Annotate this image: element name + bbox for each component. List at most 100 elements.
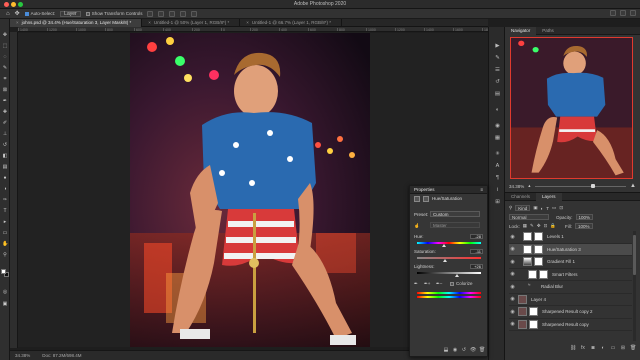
libraries-icon[interactable]: ▤: [494, 91, 501, 98]
close-tab-icon[interactable]: ×: [16, 20, 19, 25]
lightness-slider-knob[interactable]: [455, 274, 460, 277]
swatches-icon[interactable]: ▦: [494, 135, 501, 142]
visibility-icon[interactable]: 👁: [470, 347, 476, 353]
lock-paint-icon[interactable]: ✎: [530, 223, 534, 229]
foreground-color-swatch[interactable]: [1, 269, 6, 274]
properties-icon[interactable]: ⊞: [494, 199, 501, 206]
brush-settings-icon[interactable]: ✎: [494, 55, 501, 62]
target-adjust-icon[interactable]: ☝: [414, 223, 420, 229]
tab-channels[interactable]: Channels: [505, 193, 536, 201]
eyedropper-add-icon[interactable]: ✒+: [424, 281, 430, 287]
clone-stamp-tool-icon[interactable]: ⊥: [2, 131, 8, 137]
layers-scrollbar[interactable]: [633, 231, 636, 341]
path-selection-tool-icon[interactable]: ▸: [2, 219, 8, 225]
marquee-tool-icon[interactable]: ⬚: [2, 43, 8, 49]
align-left-icon[interactable]: [147, 10, 154, 17]
styles-icon[interactable]: ✳: [494, 151, 501, 158]
move-tool-icon[interactable]: ✥: [2, 32, 8, 38]
align-center-icon[interactable]: [158, 10, 165, 17]
lock-artboard-icon[interactable]: ⊡: [544, 223, 548, 229]
blur-tool-icon[interactable]: ●: [2, 175, 8, 181]
lightness-slider-track[interactable]: [417, 272, 481, 274]
layer-mask-thumbnail[interactable]: [534, 244, 543, 254]
brush-tool-icon[interactable]: ✐: [2, 120, 8, 126]
reset-icon[interactable]: ↺: [461, 347, 467, 353]
visibility-eye-icon[interactable]: ◉: [509, 309, 516, 315]
layer-mask-thumbnail[interactable]: [534, 257, 543, 267]
new-group-icon[interactable]: ▭: [610, 345, 616, 351]
hue-value-field[interactable]: -28: [470, 234, 483, 239]
play-actions-icon[interactable]: ▶: [494, 43, 501, 50]
visibility-eye-icon[interactable]: ◉: [509, 284, 516, 290]
history-icon[interactable]: ↺: [494, 79, 501, 86]
lock-position-icon[interactable]: ✥: [537, 223, 541, 229]
eyedropper-icon[interactable]: ✒: [414, 281, 418, 287]
visibility-eye-icon[interactable]: ◉: [509, 246, 516, 252]
hue-saturation-icon[interactable]: [414, 195, 420, 202]
type-tool-icon[interactable]: T: [2, 208, 8, 214]
visibility-eye-icon[interactable]: ◉: [509, 321, 516, 327]
navigator-view-box[interactable]: [510, 37, 633, 179]
gradient-tool-icon[interactable]: ▤: [2, 164, 8, 170]
zoom-in-icon[interactable]: ▲: [630, 183, 636, 189]
more-options-icon[interactable]: [191, 10, 198, 17]
home-icon[interactable]: ⌂: [6, 11, 10, 17]
opacity-field[interactable]: 100%: [575, 214, 594, 220]
layer-row[interactable]: ◉ ≈ Radial Blur: [509, 281, 632, 294]
distribute-icon[interactable]: [180, 10, 187, 17]
visibility-eye-icon[interactable]: ◉: [509, 296, 516, 302]
view-previous-icon[interactable]: ◉: [452, 347, 458, 353]
navigator-zoom-slider[interactable]: [534, 183, 627, 188]
pixel-layer-icon[interactable]: [518, 294, 527, 304]
pen-tool-icon[interactable]: ✑: [2, 197, 8, 203]
filter-adjustment-icon[interactable]: ◐: [541, 206, 544, 211]
trash-icon[interactable]: 🗑: [630, 345, 636, 351]
document-tab[interactable]: × Untitled-1 @ 66.7% (Layer 1, RGB/8*) *: [240, 19, 343, 27]
layer-mask-thumbnail[interactable]: [529, 319, 538, 329]
navigator-zoom-knob[interactable]: [591, 183, 596, 188]
filter-pixel-icon[interactable]: ▣: [533, 205, 537, 211]
layers-scrollbar-thumb[interactable]: [633, 235, 636, 275]
quick-mask-icon[interactable]: ◎: [2, 289, 8, 295]
colorize-checkbox[interactable]: [450, 281, 454, 286]
navigator-zoom-value[interactable]: 34.38%: [509, 184, 524, 189]
eyedropper-subtract-icon[interactable]: ✒−: [436, 281, 442, 287]
zoom-level[interactable]: 34.38%: [15, 353, 30, 358]
zoom-out-icon[interactable]: ▴: [528, 183, 530, 189]
adjustments-icon[interactable]: ◐: [494, 107, 501, 114]
auto-select-dropdown[interactable]: Layer: [60, 10, 81, 17]
character-icon[interactable]: A: [494, 163, 501, 170]
visibility-eye-icon[interactable]: ◉: [509, 271, 516, 277]
close-tab-icon[interactable]: ×: [148, 20, 151, 25]
add-mask-icon[interactable]: ◙: [590, 345, 596, 351]
levels-icon[interactable]: [523, 232, 532, 242]
gradient-icon[interactable]: [523, 257, 532, 267]
layer-row[interactable]: ◉ Sharpened Result copy 2: [509, 306, 632, 319]
fill-field[interactable]: 100%: [574, 223, 593, 229]
align-right-icon[interactable]: [169, 10, 176, 17]
quick-select-tool-icon[interactable]: ✎: [2, 65, 8, 71]
move-tool-icon[interactable]: ✥: [15, 10, 20, 17]
auto-select-checkbox[interactable]: [24, 11, 29, 16]
saturation-slider-track[interactable]: [417, 257, 481, 259]
search-icon[interactable]: [610, 10, 616, 16]
tab-paths[interactable]: Paths: [536, 27, 560, 35]
link-layers-icon[interactable]: ⛓: [570, 345, 576, 351]
crop-tool-icon[interactable]: ⌗: [2, 76, 8, 82]
workspace-icon[interactable]: [620, 10, 626, 16]
info-icon[interactable]: i: [494, 187, 501, 194]
close-tab-icon[interactable]: ×: [246, 20, 249, 25]
lock-pixels-icon[interactable]: ▦: [523, 223, 527, 229]
filter-smart-object-icon[interactable]: ⊡: [559, 205, 563, 211]
properties-panel-header[interactable]: Properties ≡: [410, 186, 487, 194]
document-tab[interactable]: × johns.psd @ 34.4% (Hue/Saturation 3, La…: [10, 19, 143, 27]
smart-filter-icon[interactable]: [528, 269, 537, 279]
new-adjustment-icon[interactable]: ◐: [600, 345, 606, 351]
hue-slider-knob[interactable]: [442, 244, 447, 247]
layer-style-icon[interactable]: fx: [580, 345, 586, 351]
filter-type-icon[interactable]: T: [546, 206, 549, 211]
lock-all-icon[interactable]: 🔒: [550, 223, 556, 229]
zoom-tool-icon[interactable]: ⚲: [2, 252, 8, 258]
layer-filter-dropdown[interactable]: Kind: [515, 205, 531, 211]
eraser-tool-icon[interactable]: ◧: [2, 153, 8, 159]
